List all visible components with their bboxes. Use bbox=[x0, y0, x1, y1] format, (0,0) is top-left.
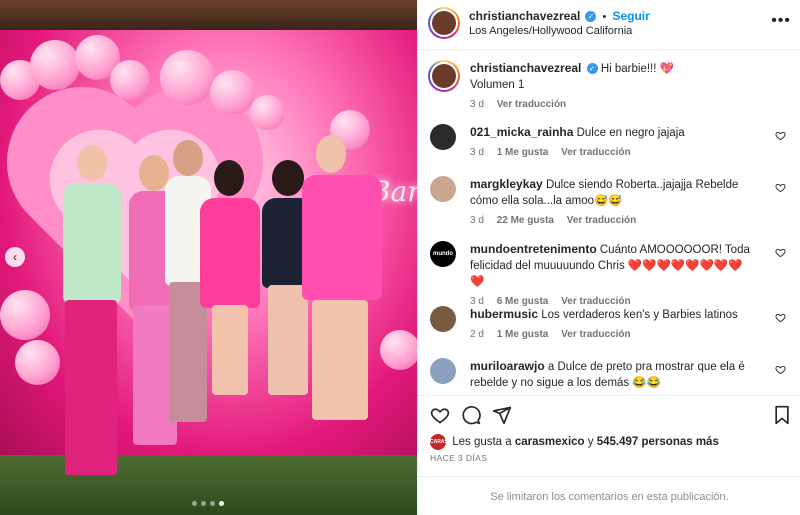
like-comment-icon[interactable] bbox=[775, 312, 786, 323]
comment-translate[interactable]: Ver traducción bbox=[561, 329, 630, 340]
caption-translate[interactable]: Ver traducción bbox=[497, 99, 566, 110]
balloon bbox=[250, 95, 285, 130]
post-caption: christianchavezreal ✓ Hi barbie!!! 💖 Vol… bbox=[428, 60, 790, 113]
comment-text: Los verdaderos ken's y Barbies latinos bbox=[541, 309, 738, 321]
comment-text: Dulce en negro jajaja bbox=[576, 127, 685, 139]
post-header: christianchavezreal ✓ • Seguir Los Angel… bbox=[418, 0, 800, 50]
comment-time[interactable]: 2 d bbox=[470, 329, 484, 340]
comment-item: 021_micka_rainha Dulce en negro jajaja 3… bbox=[430, 124, 790, 161]
carousel-dot bbox=[201, 501, 206, 506]
comment-item: mundo mundoentretenimento Cuánto AMOOOOO… bbox=[430, 241, 790, 310]
comment-translate[interactable]: Ver traducción bbox=[567, 215, 636, 226]
likes-prefix: Les gusta a bbox=[452, 436, 512, 449]
comment-item: muriloarawjo a Dulce de preto pra mostra… bbox=[430, 358, 790, 391]
carousel-dot bbox=[192, 501, 197, 506]
balloon bbox=[15, 340, 60, 385]
comment-translate[interactable]: Ver traducción bbox=[561, 147, 630, 158]
post-time-ago[interactable]: HACE 3 DÍAS bbox=[430, 453, 487, 463]
author-username[interactable]: christianchavezreal bbox=[469, 9, 580, 23]
comment-item: hubermusic Los verdaderos ken's y Barbie… bbox=[430, 306, 790, 343]
balloon bbox=[30, 40, 80, 90]
carousel-prev-button[interactable]: ‹ bbox=[5, 247, 25, 267]
like-comment-icon[interactable] bbox=[775, 130, 786, 141]
comment-likes[interactable]: 1 Me gusta bbox=[497, 329, 549, 340]
like-comment-icon[interactable] bbox=[775, 247, 786, 258]
author-avatar[interactable] bbox=[428, 7, 460, 39]
post-side-panel: christianchavezreal ✓ • Seguir Los Angel… bbox=[417, 0, 800, 515]
commenter-avatar[interactable] bbox=[430, 306, 456, 332]
comment-icon[interactable] bbox=[461, 405, 481, 425]
carousel-dot bbox=[210, 501, 215, 506]
balloon bbox=[210, 70, 255, 115]
balloon bbox=[0, 290, 50, 340]
action-bar bbox=[418, 395, 800, 435]
balloon bbox=[110, 60, 150, 100]
chevron-left-icon: ‹ bbox=[13, 250, 17, 264]
commenter-avatar[interactable] bbox=[430, 358, 456, 384]
comment-username[interactable]: mundoentretenimento bbox=[470, 242, 597, 256]
comment-username[interactable]: 021_micka_rainha bbox=[470, 125, 573, 139]
commenter-avatar[interactable] bbox=[430, 176, 456, 202]
verified-icon: ✓ bbox=[585, 11, 597, 22]
follow-button[interactable]: Seguir bbox=[612, 9, 649, 23]
caption-username[interactable]: christianchavezreal bbox=[470, 61, 581, 75]
balloon bbox=[380, 330, 417, 370]
likes-conj: y bbox=[587, 436, 594, 449]
ceiling bbox=[0, 0, 417, 30]
liker-username[interactable]: carasmexico bbox=[515, 436, 585, 448]
commenter-avatar[interactable] bbox=[430, 124, 456, 150]
caption-avatar[interactable] bbox=[428, 60, 460, 92]
caption-line2: Volumen 1 bbox=[470, 79, 525, 91]
comment-time[interactable]: 3 d bbox=[470, 215, 484, 226]
like-comment-icon[interactable] bbox=[775, 182, 786, 193]
post-location[interactable]: Los Angeles/Hollywood California bbox=[469, 25, 632, 37]
bookmark-icon[interactable] bbox=[773, 405, 791, 425]
verified-icon: ✓ bbox=[586, 63, 598, 74]
comment-username[interactable]: hubermusic bbox=[470, 307, 538, 321]
like-comment-icon[interactable] bbox=[775, 364, 786, 375]
like-icon[interactable] bbox=[430, 405, 450, 425]
commenter-avatar[interactable]: mundo bbox=[430, 241, 456, 267]
comment-likes[interactable]: 22 Me gusta bbox=[497, 215, 554, 226]
carousel-dot-active bbox=[219, 501, 224, 506]
caption-time[interactable]: 3 d bbox=[470, 99, 484, 110]
comment-item: margkleykay Dulce siendo Roberta..jajajj… bbox=[430, 176, 790, 229]
more-icon[interactable]: ••• bbox=[771, 12, 791, 30]
comment-username[interactable]: margkleykay bbox=[470, 177, 543, 191]
comment-username[interactable]: muriloarawjo bbox=[470, 359, 545, 373]
comment-time[interactable]: 3 d bbox=[470, 147, 484, 158]
comment-likes[interactable]: 1 Me gusta bbox=[497, 147, 549, 158]
share-icon[interactable] bbox=[492, 405, 512, 425]
likes-summary: CARAS Les gusta a carasmexico y 545.497 … bbox=[430, 434, 719, 450]
lawn bbox=[0, 455, 417, 515]
liker-avatar[interactable]: CARAS bbox=[430, 434, 448, 450]
caption-text: Hi barbie!!! 💖 bbox=[600, 63, 674, 75]
comments-limited-notice: Se limitaron los comentarios en esta pub… bbox=[418, 476, 800, 515]
carousel-dots bbox=[192, 501, 224, 506]
likes-count[interactable]: 545.497 personas más bbox=[597, 436, 719, 448]
balloon bbox=[160, 50, 215, 105]
post-photo[interactable]: Barbie bbox=[0, 0, 417, 515]
